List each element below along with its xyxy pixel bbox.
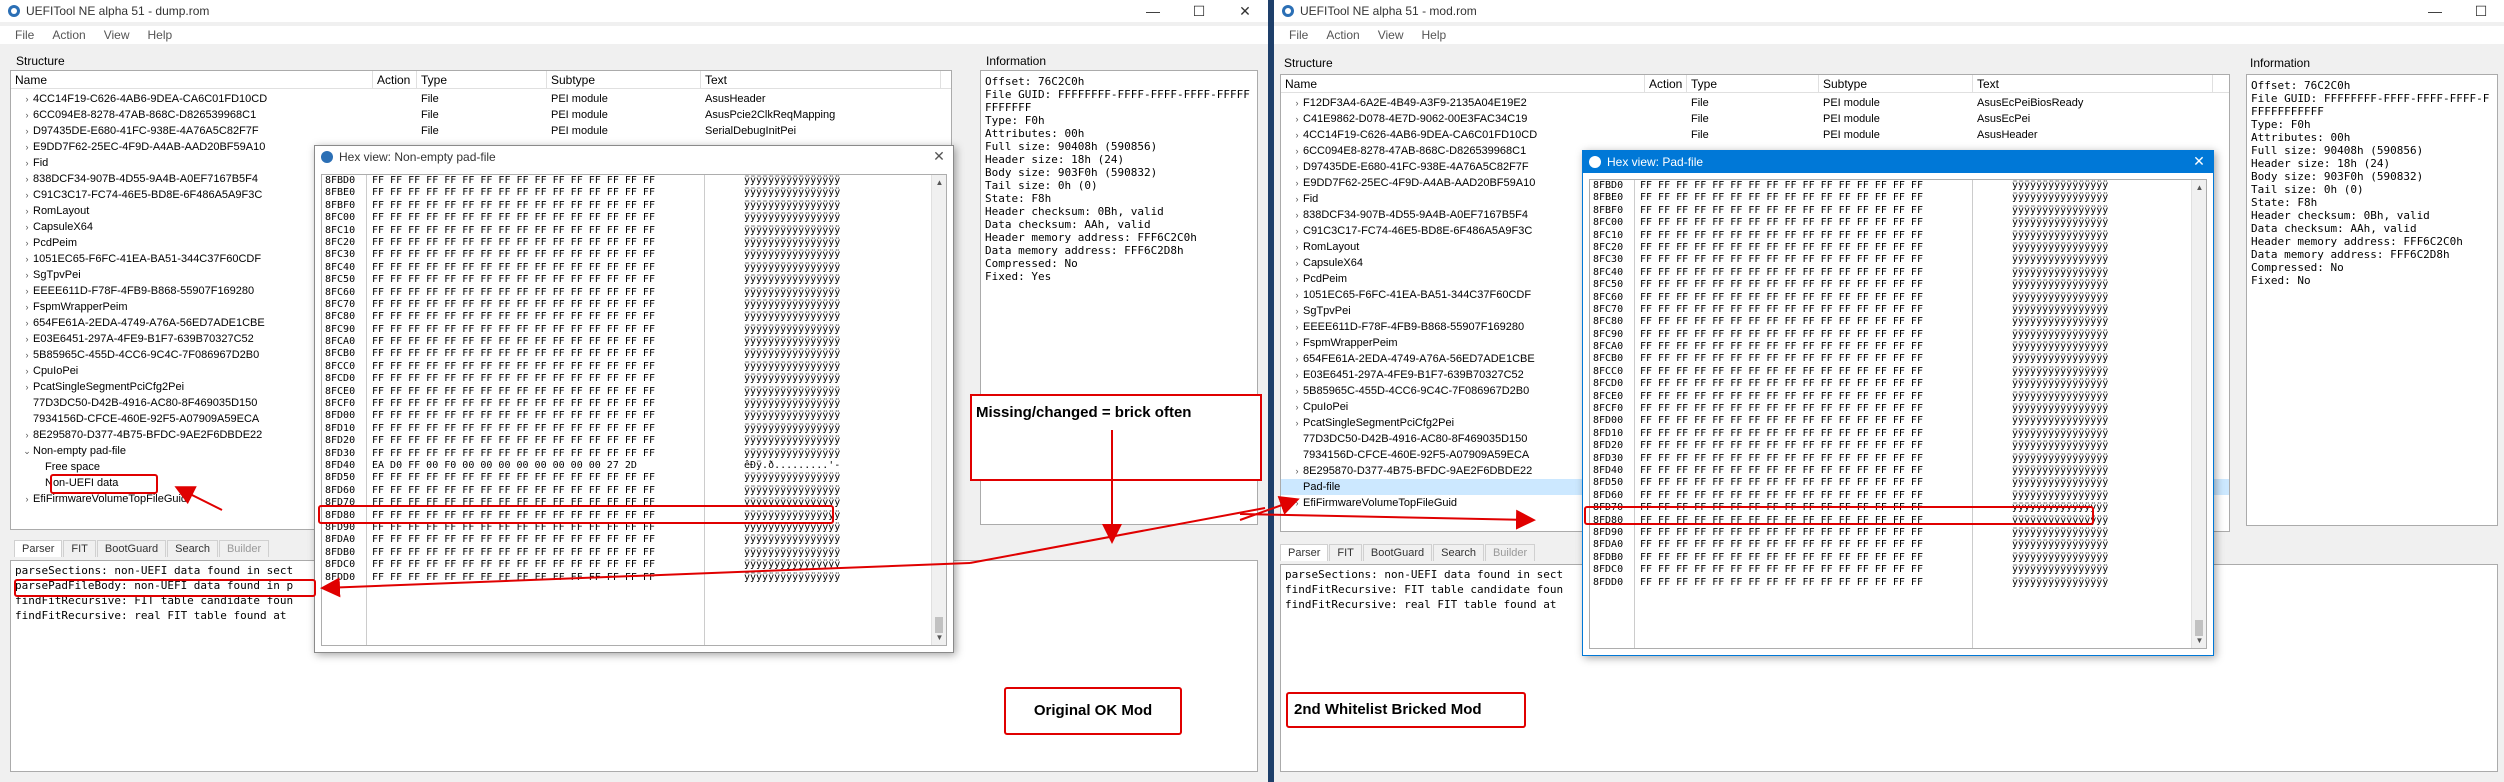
arrow (1239, 509, 1536, 530)
arrow (969, 507, 1266, 564)
annotation-arrows (174, 430, 1536, 598)
arrow (320, 562, 971, 598)
arrow (1239, 495, 1300, 521)
arrow (174, 486, 223, 511)
